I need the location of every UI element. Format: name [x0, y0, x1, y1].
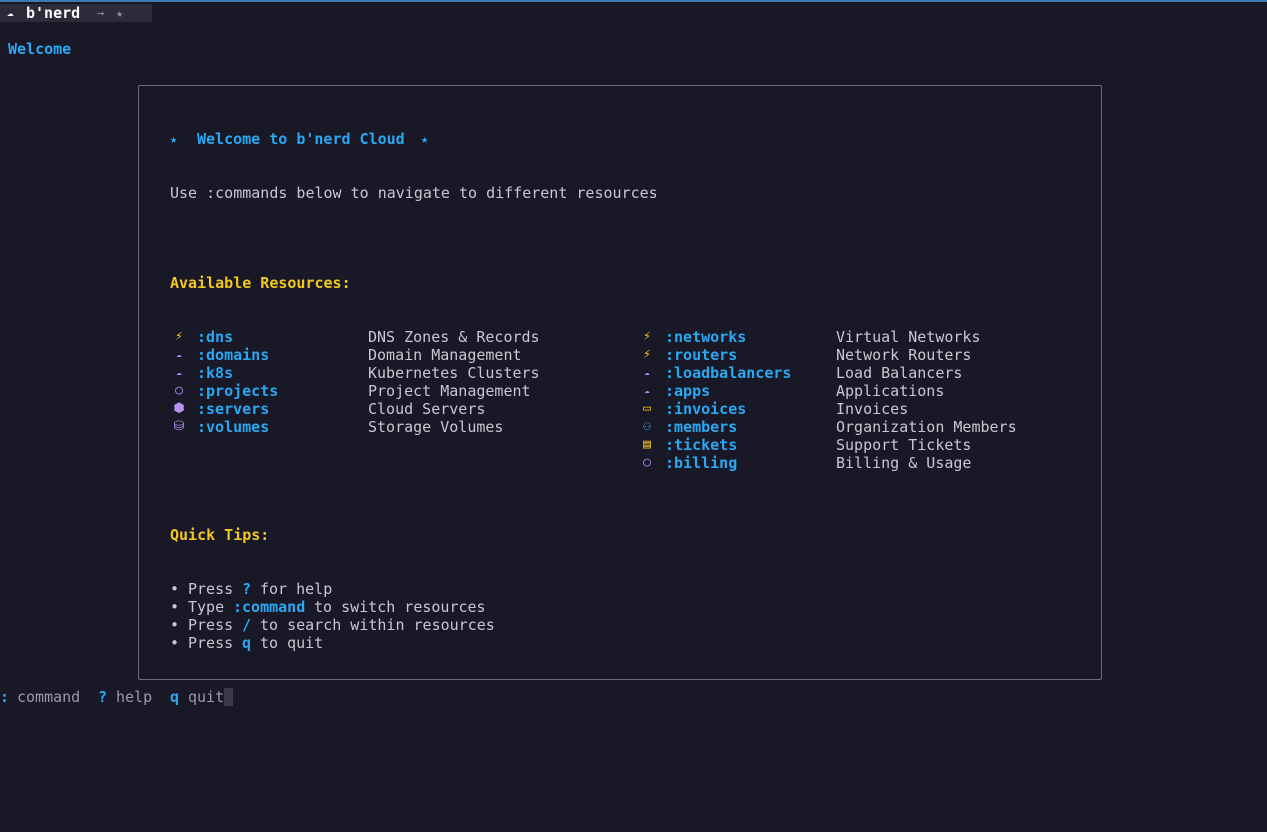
tip-key: /: [242, 616, 252, 634]
cloud-icon: ☁: [7, 6, 14, 19]
quit-hint: quit: [188, 688, 225, 706]
star-icon: ★: [421, 132, 429, 146]
resource-description: Kubernetes Clusters: [368, 364, 540, 382]
help-key[interactable]: ?: [98, 688, 107, 706]
ticket-icon: ▤: [643, 437, 651, 452]
intro-text: Use :commands below to navigate to diffe…: [170, 184, 658, 202]
cloud-icon: ☁: [176, 350, 182, 360]
lightning-icon: ⚡: [643, 329, 651, 344]
hexagon-icon: ⬢: [173, 401, 185, 416]
lightning-icon: ⚡: [643, 347, 651, 362]
resource-command-volumes[interactable]: :volumes: [197, 418, 269, 436]
star-icon: ★: [170, 132, 178, 146]
resource-description: Domain Management: [368, 346, 522, 364]
people-icon: ⚇: [643, 419, 651, 434]
tip-bullet: •: [170, 634, 180, 652]
resource-command-k8s[interactable]: :k8s: [197, 364, 233, 382]
tip-key: :command: [233, 598, 306, 616]
resource-command-servers[interactable]: :servers: [197, 400, 269, 418]
tip-key: q: [242, 634, 252, 652]
arrow-icon: →: [97, 6, 105, 20]
resource-command-domains[interactable]: :domains: [197, 346, 269, 364]
resource-description: Support Tickets: [836, 436, 972, 454]
app-title-tab[interactable]: ☁ b'nerd → ★: [0, 4, 152, 22]
window-top-border: [0, 0, 1267, 2]
resource-description: Billing & Usage: [836, 454, 972, 472]
resource-command-routers[interactable]: :routers: [665, 346, 737, 364]
star-icon: ★: [116, 6, 124, 20]
tip-text: Press: [188, 616, 234, 634]
quit-key[interactable]: q: [170, 688, 179, 706]
resource-command-members[interactable]: :members: [665, 418, 737, 436]
tip-bullet: •: [170, 616, 180, 634]
cloud-icon: ☁: [644, 386, 650, 396]
resources-title: Available Resources:: [170, 274, 351, 292]
tip-text: to search within resources: [260, 616, 495, 634]
tip-bullet: •: [170, 580, 180, 598]
status-bar: : command ? help q quit: [0, 688, 240, 706]
tips-title: Quick Tips:: [170, 526, 270, 544]
lightning-icon: ⚡: [175, 329, 183, 344]
tip-bullet: •: [170, 598, 180, 616]
resource-description: Network Routers: [836, 346, 972, 364]
resource-description: Invoices: [836, 400, 909, 418]
resource-command-loadbalancers[interactable]: :loadbalancers: [665, 364, 791, 382]
tip-text: to quit: [260, 634, 324, 652]
command-cursor[interactable]: [224, 688, 233, 706]
disk-icon: ⛁: [173, 419, 185, 434]
resource-description: Organization Members: [836, 418, 1017, 436]
resource-description: Project Management: [368, 382, 531, 400]
resource-command-tickets[interactable]: :tickets: [665, 436, 737, 454]
tab-welcome[interactable]: Welcome: [8, 40, 71, 58]
cloud-icon: ☁: [644, 368, 650, 378]
circle-icon: ○: [643, 455, 651, 470]
resource-command-invoices[interactable]: :invoices: [665, 400, 746, 418]
tip-text: to switch resources: [314, 598, 486, 616]
resource-command-dns[interactable]: :dns: [197, 328, 233, 346]
resource-command-billing[interactable]: :billing: [665, 454, 737, 472]
tip-text: Press: [188, 634, 234, 652]
tip-key: ?: [242, 580, 252, 598]
tip-text: Press: [188, 580, 234, 598]
tip-text: for help: [260, 580, 333, 598]
resource-description: Load Balancers: [836, 364, 963, 382]
panel-heading: Welcome to b'nerd Cloud: [197, 130, 405, 148]
resource-description: DNS Zones & Records: [368, 328, 540, 346]
resource-description: Applications: [836, 382, 945, 400]
tip-text: Type: [188, 598, 225, 616]
cloud-icon: ☁: [176, 368, 182, 378]
resource-command-projects[interactable]: :projects: [197, 382, 278, 400]
credit-card-icon: ▭: [643, 401, 651, 416]
resource-command-networks[interactable]: :networks: [665, 328, 746, 346]
command-hint: command: [17, 688, 81, 706]
command-key[interactable]: :: [0, 688, 9, 706]
app-name: b'nerd: [26, 4, 81, 22]
help-hint: help: [116, 688, 153, 706]
circle-icon: ○: [175, 383, 183, 398]
resource-description: Storage Volumes: [368, 418, 504, 436]
resource-description: Virtual Networks: [836, 328, 981, 346]
resource-command-apps[interactable]: :apps: [665, 382, 710, 400]
resource-description: Cloud Servers: [368, 400, 486, 418]
